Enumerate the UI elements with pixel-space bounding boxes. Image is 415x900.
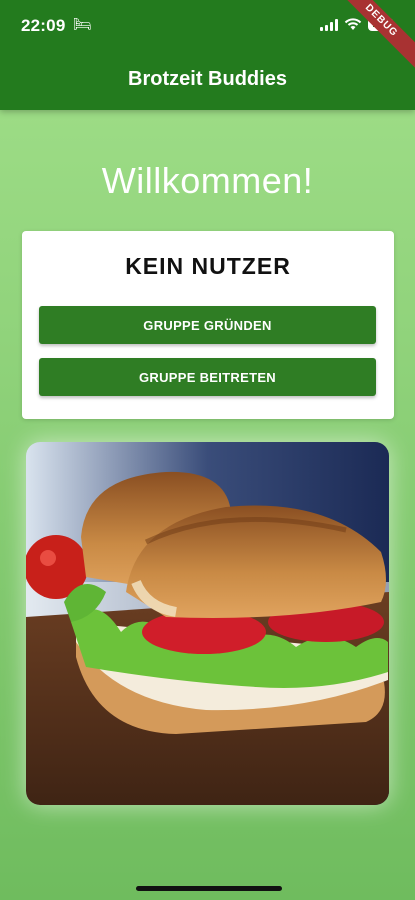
status-time: 22:09 [21,16,66,35]
app-bar: 22:09 🛏 100 DEBUG Brotzeit Buddies [0,0,415,110]
join-group-button[interactable]: GRUPPE BEITRETEN [39,358,376,396]
wifi-icon [345,18,362,30]
user-card: KEIN NUTZER GRUPPE GRÜNDEN GRUPPE BEITRE… [22,231,394,419]
debug-banner: DEBUG [325,0,415,77]
signal-icon [320,18,339,31]
home-indicator[interactable] [136,886,282,891]
welcome-heading: Willkommen! [101,160,314,201]
sandwich-image [26,442,389,805]
create-group-button[interactable]: GRUPPE GRÜNDEN [39,306,376,344]
bed-icon: 🛏 [73,16,93,33]
card-title: KEIN NUTZER [125,253,291,279]
app-title: Brotzeit Buddies [128,68,287,90]
